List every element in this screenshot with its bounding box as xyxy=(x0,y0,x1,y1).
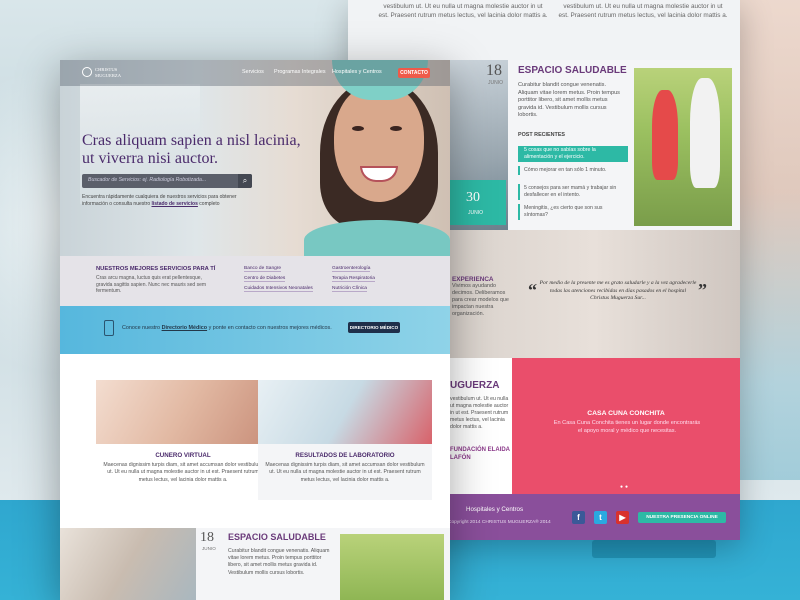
health-body: Curabitur blandit congue venenatis. Aliq… xyxy=(518,82,620,119)
front-page-mockup: CHRISTUS MUGUERZA Servicios Programas In… xyxy=(60,60,450,600)
recent-post-link[interactable]: 5 cosas que no sabías sobre la alimentac… xyxy=(518,146,628,162)
best-services-section: NUESTROS MEJORES SERVICIOS PARA TÍ Cras … xyxy=(60,256,450,306)
back-top-section: vestibulum ut. Ut eu nulla ut magna mole… xyxy=(348,0,740,60)
directory-prefix: Conoce nuestro xyxy=(122,325,161,331)
health-title: ESPACIO SALUDABLE xyxy=(518,65,627,76)
quote-close-icon: ” xyxy=(698,280,707,300)
slider-dots[interactable]: ●● xyxy=(620,484,630,490)
date-card-day: 30 xyxy=(466,190,480,205)
hero-section: CHRISTUS MUGUERZA Servicios Programas In… xyxy=(60,60,450,260)
health-body: Curabitur blandit congue venenatis. Aliq… xyxy=(228,548,330,576)
backdrop-button-shape xyxy=(592,540,716,558)
runners-photo xyxy=(634,68,732,226)
services-list-link[interactable]: listado de servicios xyxy=(151,201,197,207)
logo-line-1: CHRISTUS xyxy=(95,67,118,72)
testimonial-author: Christus Muguerza Sur... xyxy=(590,295,646,301)
service-link[interactable]: Cuidados Intensivos Neonatales xyxy=(244,286,313,292)
recent-post-link[interactable]: Meningitis, ¿es cierto que son sus sínto… xyxy=(518,204,628,220)
logo-icon xyxy=(82,67,92,77)
casa-cuna-body: En Casa Cuna Conchita tienes un lugar do… xyxy=(553,420,701,434)
testimonial-text: Por medio de la presente me es grato sal… xyxy=(539,280,697,294)
card-image-lab xyxy=(258,380,432,444)
footer-nav-hospitales[interactable]: Hospitales y Centros xyxy=(466,506,523,513)
doctor-patient-photo xyxy=(60,528,196,600)
health-date-day: 18 xyxy=(486,62,502,79)
top-nav-bar: CHRISTUS MUGUERZA Servicios Programas In… xyxy=(60,60,450,86)
footer-copyright: Copyright 2014 CHRISTUS MUGUERZA® 2014 xyxy=(448,520,551,525)
back-top-text-2: vestibulum ut. Ut eu nulla ut magna mole… xyxy=(558,3,728,19)
muguerza-body: vestibulum ut. Ut eu nulla ut magna mole… xyxy=(450,396,509,430)
experience-body: Vivimos ayudando decimos. Deliberamos pa… xyxy=(452,283,509,317)
casa-cuna-title: CASA CUNA CONCHITA xyxy=(587,410,665,417)
nurse-face xyxy=(334,84,424,202)
health-date-month: JUNIO xyxy=(488,80,503,86)
nav-hospitales[interactable]: Hospitales y Centros xyxy=(332,69,382,75)
health-date-month: JUNIO xyxy=(202,546,216,551)
services-title: NUESTROS MEJORES SERVICIOS PARA TÍ xyxy=(96,266,216,272)
service-link[interactable]: Gastroenterología xyxy=(332,266,371,272)
health-title: ESPACIO SALUDABLE xyxy=(228,532,326,542)
experience-title: EXPERIENCA xyxy=(452,276,494,283)
twitter-icon[interactable]: t xyxy=(594,511,607,524)
services-body: Cras arcu magna, luctus quis erat pellen… xyxy=(96,275,207,294)
card-image-mother-baby xyxy=(96,380,270,444)
logo-text: CHRISTUS MUGUERZA xyxy=(95,67,121,78)
logo[interactable]: CHRISTUS MUGUERZA xyxy=(82,66,128,80)
healthy-space-section: 18 JUNIO ESPACIO SALUDABLE Curabitur bla… xyxy=(60,528,450,600)
service-link[interactable]: Terapia Respiratoria xyxy=(332,276,375,282)
card-cunero[interactable]: CUNERO VIRTUAL Maecenas dignissim turpis… xyxy=(96,380,270,484)
muguerza-title: UGUERZA xyxy=(450,380,500,391)
card-title: RESULTADOS DE LABORATORIO xyxy=(295,452,395,459)
card-body: Maecenas dignissim turpis diam, sit amet… xyxy=(103,462,263,483)
youtube-icon[interactable]: ▶ xyxy=(616,511,629,524)
health-date-day: 18 xyxy=(200,530,214,545)
search-icon[interactable]: ⌕ xyxy=(238,174,252,188)
directory-suffix: y ponte en contacto con nuestros mejores… xyxy=(208,325,332,331)
nurse-photo xyxy=(304,60,450,260)
foundation-link[interactable]: FUNDACIÓN ELAIDA LAFÓN xyxy=(450,446,512,462)
directory-button[interactable]: DIRECTORIO MÉDICO xyxy=(348,322,400,333)
recent-posts-title: POST RECIENTES xyxy=(518,132,566,138)
runner-man xyxy=(690,78,720,188)
nurse-eye xyxy=(352,126,364,131)
phone-icon xyxy=(104,320,114,336)
casa-cuna-slider[interactable]: CASA CUNA CONCHITA En Casa Cuna Conchita… xyxy=(512,358,740,494)
card-title: CUNERO VIRTUAL xyxy=(155,452,211,459)
service-link[interactable]: Nutrición Clínica xyxy=(332,286,367,292)
runners-photo xyxy=(340,534,444,600)
quote-open-icon: “ xyxy=(528,280,537,300)
footer: Hospitales y Centros Copyright 2014 CHRI… xyxy=(448,494,740,540)
medical-directory-banner: Conoce nuestro Directorio Médico y ponte… xyxy=(60,306,450,354)
muguerza-block: UGUERZA vestibulum ut. Ut eu nulla ut ma… xyxy=(448,358,512,494)
nav-programas[interactable]: Programas Integrales xyxy=(274,69,326,75)
recent-post-link[interactable]: 5 consejos para ser mamá y trabajar sin … xyxy=(518,184,628,200)
online-presence-button[interactable]: NUESTRA PRESENCIA ONLINE xyxy=(638,512,726,523)
logo-line-2: MUGUERZA xyxy=(95,72,122,78)
runner-woman xyxy=(652,90,678,180)
service-link[interactable]: Centro de Diabetes xyxy=(244,276,286,282)
card-lab-results[interactable]: RESULTADOS DE LABORATORIO Maecenas digni… xyxy=(258,380,432,500)
back-top-text-1: vestibulum ut. Ut eu nulla ut magna mole… xyxy=(378,3,548,19)
date-card-month: JUNIO xyxy=(468,210,483,216)
date-card[interactable]: 30 JUNIO xyxy=(448,180,506,225)
help-suffix: completo xyxy=(199,200,220,207)
service-search[interactable]: Buscador de Servicios: ej. Radiología Ro… xyxy=(82,174,252,188)
service-link[interactable]: Banco de Sangre xyxy=(244,266,282,272)
search-help-text: Encuentra rápidamente cualquiera de nues… xyxy=(82,194,252,207)
experience-block: EXPERIENCA Vivimos ayudando decimos. Del… xyxy=(448,230,512,358)
nav-servicios[interactable]: Servicios xyxy=(242,69,264,75)
testimonial-quote: Por medio de la presente me es grato sal… xyxy=(538,280,698,303)
directory-text: Conoce nuestro Directorio Médico y ponte… xyxy=(122,325,332,331)
facebook-icon[interactable]: f xyxy=(572,511,585,524)
contact-button[interactable]: CONTACTO xyxy=(398,68,430,78)
directory-link[interactable]: Directorio Médico xyxy=(162,325,208,331)
nurse-eye xyxy=(390,126,402,131)
nurse-scrubs xyxy=(304,220,450,260)
search-input[interactable]: Buscador de Servicios: ej. Radiología Ro… xyxy=(88,177,206,183)
recent-post-link[interactable]: Cómo mejorar en tan sólo 1 minuto. xyxy=(518,166,628,175)
card-body: Maecenas dignissim turpis diam, sit amet… xyxy=(265,462,425,483)
hero-title: Cras aliquam sapien a nisl lacinia, ut v… xyxy=(82,132,301,167)
